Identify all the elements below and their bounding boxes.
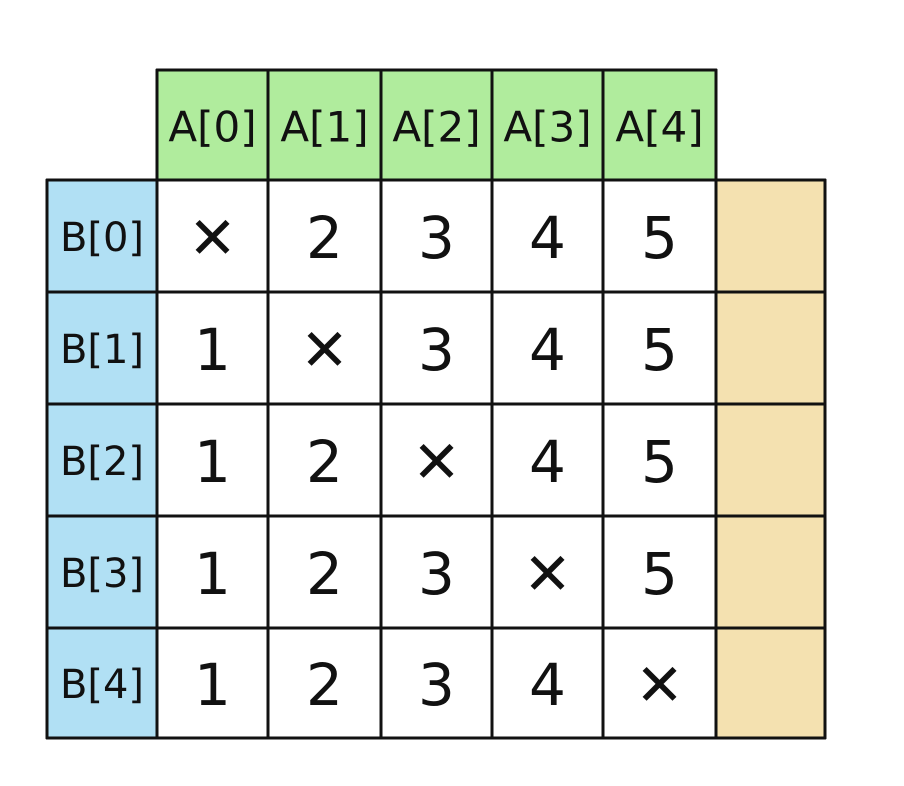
- extra-column: [716, 180, 825, 738]
- row-header-label: B[4]: [60, 662, 144, 708]
- cross-icon: ✕: [523, 540, 572, 608]
- table-cell-value: 1: [194, 651, 231, 719]
- table-cell-value: 5: [641, 204, 678, 272]
- row-header-label: B[2]: [60, 439, 144, 485]
- table-cell-value: 3: [418, 316, 455, 384]
- table-cell-value: 3: [418, 651, 455, 719]
- cross-icon: ✕: [635, 651, 684, 719]
- cross-icon: ✕: [300, 316, 349, 384]
- row-header-label: B[1]: [60, 327, 144, 373]
- column-header-label: A[3]: [503, 103, 591, 152]
- table-cell-value: 2: [306, 204, 343, 272]
- table-cell-value: 4: [529, 316, 566, 384]
- row-header-label: B[3]: [60, 551, 144, 597]
- table-cell-value: 1: [194, 428, 231, 496]
- table-cell-value: 1: [194, 540, 231, 608]
- table-cell-value: 5: [641, 316, 678, 384]
- table-cell-value: 1: [194, 316, 231, 384]
- table-cell-value: 4: [529, 204, 566, 272]
- table-cell-value: 5: [641, 540, 678, 608]
- table-cell-value: 4: [529, 651, 566, 719]
- table-cell-value: 2: [306, 540, 343, 608]
- table-cell-value: 5: [641, 428, 678, 496]
- column-header-label: A[0]: [168, 103, 256, 152]
- table-cell-value: 4: [529, 428, 566, 496]
- column-header-label: A[4]: [615, 103, 703, 152]
- column-header-label: A[2]: [392, 103, 480, 152]
- matrix-diagram: A[0] A[1] A[2] A[3] A[4] B[0] B[1] B[2] B[3] B[4]…: [45, 68, 827, 740]
- cross-icon: ✕: [188, 204, 237, 272]
- table-cell-value: 2: [306, 428, 343, 496]
- table-cell-value: 3: [418, 204, 455, 272]
- row-header-label: B[0]: [60, 215, 144, 261]
- cross-icon: ✕: [412, 428, 461, 496]
- table-cell-value: 3: [418, 540, 455, 608]
- column-header-label: A[1]: [280, 103, 368, 152]
- table-cell-value: 2: [306, 651, 343, 719]
